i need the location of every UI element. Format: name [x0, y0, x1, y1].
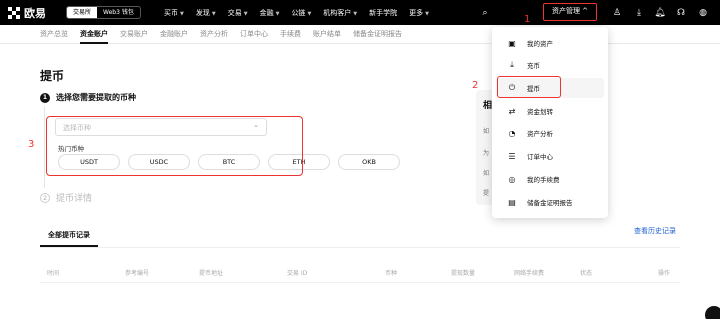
menu-item-my-assets[interactable]: ▣ 我的资产 [496, 33, 604, 53]
analysis-icon: ◔ [508, 128, 516, 138]
chevron-down-icon: ▼ [243, 10, 248, 17]
chevron-down-icon: ▼ [211, 10, 216, 17]
col-tx-id: 交易 ID [287, 270, 308, 277]
tab-statements[interactable]: 账户结单 [313, 25, 341, 44]
chevron-down-icon: ▼ [180, 10, 184, 17]
menu-item-order-center[interactable]: ☰ 订单中心 [496, 146, 604, 166]
step-connector [44, 106, 45, 188]
chat-support-button[interactable] [705, 306, 720, 319]
okx-logo-icon [8, 7, 20, 19]
menu-item-transfer[interactable]: ⇄ 资金划转 [496, 101, 604, 121]
top-nav-bar: 欧易 交易所 Web3 钱包 买币 ▼ 发现 ▼ 交易 ▼ 金融 ▼ 公链 ▼ 机构客户 ▼… [0, 0, 720, 25]
divider [40, 282, 680, 283]
menu-item-my-fees[interactable]: ◎ 我的手续费 [496, 169, 604, 189]
tab-asset-overview[interactable]: 资产总览 [40, 25, 68, 44]
reserve-icon: ▤ [508, 197, 516, 207]
asset-management-menu[interactable]: 资产管理 ^ [543, 3, 597, 21]
wallet-icon: ▣ [508, 38, 516, 48]
tab-proof-of-reserves[interactable]: 储备金证明报告 [353, 25, 402, 44]
account-subnav: 资产总览 资金账户 交易账户 金融账户 资产分析 订单中心 手续费 账户结单 储… [0, 25, 720, 44]
col-network-fee: 网络手续费 [514, 270, 545, 277]
nav-item-discover[interactable]: 发现 ▼ [196, 8, 216, 18]
user-icon[interactable]: ♙ [606, 8, 628, 18]
col-ref-no: 参考编号 [125, 270, 150, 277]
highlight-box-2 [497, 76, 561, 98]
step-1-number: 1 [40, 92, 50, 103]
web3-wallet-tab[interactable]: Web3 钱包 [97, 7, 140, 18]
tab-all-withdrawal-records[interactable]: 全部提币记录 [40, 230, 98, 247]
deposit-icon: ⤓ [510, 60, 514, 69]
tab-order-center[interactable]: 订单中心 [240, 25, 268, 44]
annotation-number-3: 3 [28, 139, 35, 150]
panel-header: 相 [483, 101, 493, 111]
orders-icon: ☰ [508, 151, 516, 161]
nav-item-trade[interactable]: 交易 ▼ [228, 8, 248, 18]
tab-fees[interactable]: 手续费 [280, 25, 301, 44]
tab-asset-analysis[interactable]: 资产分析 [200, 25, 228, 44]
highlight-box-3 [46, 116, 303, 176]
bell-icon[interactable]: 🔔︎ [649, 8, 671, 18]
exchange-wallet-toggle: 交易所 Web3 钱包 [66, 6, 141, 19]
nav-item-buy[interactable]: 买币 ▼ [164, 8, 184, 18]
coin-chip-okb[interactable]: OKB [338, 154, 400, 170]
annotation-number-1: 1 [524, 14, 531, 25]
menu-item-asset-analysis[interactable]: ◔ 资产分析 [496, 123, 604, 143]
col-time: 时间 [47, 270, 60, 277]
panel-row: 提 [483, 190, 490, 197]
menu-item-deposit[interactable]: ⤓ 充币 [496, 55, 604, 75]
step-2-number: 2 [40, 192, 50, 203]
panel-row: 为 [483, 150, 490, 157]
col-status: 状态 [580, 270, 593, 277]
tab-trading-account[interactable]: 交易账户 [120, 25, 148, 44]
panel-row: 如 [483, 170, 490, 177]
search-icon[interactable]: ⌕ [474, 8, 496, 18]
tab-funding-account[interactable]: 资金账户 [80, 25, 108, 44]
nav-item-finance[interactable]: 金融 ▼ [260, 8, 280, 18]
nav-item-more[interactable]: 更多 ▼ [409, 8, 429, 18]
view-history-link[interactable]: 查看历史记录 [634, 226, 676, 236]
nav-item-academy[interactable]: 新手学院 [369, 8, 397, 18]
step-2-label: 提币详情 [56, 194, 93, 204]
chevron-down-icon: ▼ [353, 10, 358, 17]
asset-management-dropdown: ▣ 我的资产 ⤓ 充币 ⏻ 提币 ⇄ 资金划转 ◔ 资产分析 ☰ 订单中心 ◎ … [492, 27, 608, 218]
chevron-down-icon: ▼ [307, 10, 312, 17]
panel-row: 如 [483, 128, 490, 135]
transfer-icon: ⇄ [508, 106, 516, 116]
col-address: 提币地址 [199, 270, 224, 277]
step-1-heading: 1 选择您需要提取的币种 [40, 92, 136, 103]
menu-item-proof-of-reserves[interactable]: ▤ 储备金证明报告 [496, 192, 604, 212]
main-nav: 买币 ▼ 发现 ▼ 交易 ▼ 金融 ▼ 公链 ▼ 机构客户 ▼ 新手学院 更多 ▼ [164, 0, 441, 25]
step-2-heading: 2 提币详情 [40, 191, 92, 204]
chevron-down-icon: ▼ [275, 10, 280, 17]
fees-icon: ◎ [508, 174, 516, 184]
globe-icon[interactable]: ◍ [692, 8, 714, 18]
brand-logo[interactable]: 欧易 [8, 5, 46, 21]
step-1-label: 选择您需要提取的币种 [56, 93, 136, 102]
exchange-tab[interactable]: 交易所 [67, 7, 98, 18]
tab-finance-account[interactable]: 金融账户 [160, 25, 188, 44]
annotation-number-2: 2 [472, 80, 479, 91]
chevron-down-icon: ▼ [425, 10, 430, 17]
brand-name: 欧易 [24, 7, 46, 20]
col-coin: 币种 [385, 270, 398, 277]
records-table-header: 时间 参考编号 提币地址 交易 ID 币种 提现数量 网络手续费 状态 操作 [47, 268, 677, 278]
headset-icon[interactable]: ☊ [670, 8, 692, 18]
col-action: 操作 [658, 270, 671, 277]
divider [40, 247, 680, 248]
nav-item-institutional[interactable]: 机构客户 ▼ [323, 8, 357, 18]
col-amount: 提现数量 [451, 270, 476, 277]
page-title: 提币 [40, 69, 65, 83]
nav-item-chain[interactable]: 公链 ▼ [291, 8, 311, 18]
download-icon[interactable]: ⤓ [628, 8, 650, 18]
